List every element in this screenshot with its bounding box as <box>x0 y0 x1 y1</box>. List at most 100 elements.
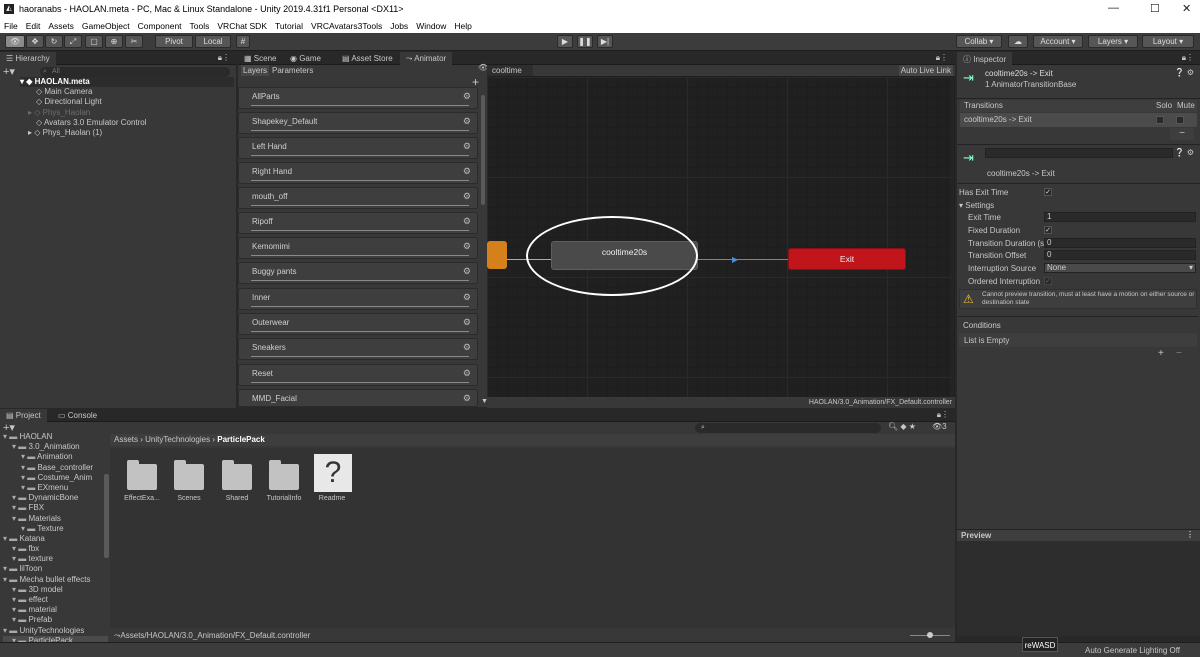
tab-hierarchy[interactable]: ☰ Hierarchy <box>0 52 56 65</box>
folder-tree-item[interactable]: ▾ ▬ 3.0_Animation <box>3 442 108 452</box>
transition-line[interactable] <box>698 259 788 260</box>
gear-icon[interactable]: ⚙ <box>463 191 471 202</box>
gear-icon[interactable]: ⚙ <box>463 141 471 152</box>
folder-tree-item[interactable]: ▾ ▬ material <box>3 605 108 615</box>
local-button[interactable]: Local <box>195 35 231 48</box>
scale-tool-icon[interactable]: ⤢ <box>64 35 82 48</box>
folder-icon[interactable] <box>269 460 299 490</box>
layer-item[interactable]: AllParts ⚙ <box>238 87 478 109</box>
layer-item[interactable]: Sneakers ⚙ <box>238 338 478 360</box>
gear-icon[interactable]: ⚙ <box>463 368 471 379</box>
hierarchy-item[interactable]: ◇ Main Camera <box>20 87 234 97</box>
gear-icon[interactable]: ⚙ <box>463 116 471 127</box>
folder-tree-item[interactable]: ▾ ▬ fbx <box>3 544 108 554</box>
tab-asset-store[interactable]: ▤ Asset Store <box>336 52 399 65</box>
folder-tree-item[interactable]: ▾ ▬ texture <box>3 554 108 564</box>
gear-icon[interactable]: ⚙ <box>463 342 471 353</box>
folder-tree-item[interactable]: ▾ ▬ Katana <box>3 534 108 544</box>
menu-tutorial[interactable]: Tutorial <box>271 19 307 31</box>
menu-assets[interactable]: Assets <box>44 19 78 31</box>
account-dropdown[interactable]: Account ▾ <box>1033 35 1083 48</box>
layer-item[interactable]: Outerwear ⚙ <box>238 313 478 335</box>
lock-icon[interactable]: 🔒︎⋮ <box>218 53 230 63</box>
add-icon[interactable]: +▾ <box>3 65 15 78</box>
cloud-icon[interactable]: ☁ <box>1008 35 1028 48</box>
tab-inspector[interactable]: ⓘ Inspector <box>957 52 1013 65</box>
filter-icons[interactable]: 🔍︎ ◆ ★ <box>888 422 916 431</box>
mute-checkbox[interactable] <box>1176 116 1184 124</box>
folder-tree-item[interactable]: ▾ ▬ lilToon <box>3 564 108 574</box>
fixed-duration-checkbox[interactable]: ✓ <box>1044 226 1052 234</box>
folder-tree-item[interactable]: ▾ ▬ DynamicBone <box>3 493 108 503</box>
project-search-input[interactable]: ⌕ <box>695 423 881 433</box>
close-button[interactable]: ✕ <box>1182 2 1191 15</box>
menu-help[interactable]: Help <box>450 19 475 31</box>
pivot-button[interactable]: Pivot <box>155 35 193 48</box>
ordered-interruption-checkbox[interactable]: ✓ <box>1044 277 1052 285</box>
tab-parameters[interactable]: Parameters <box>272 66 313 75</box>
settings-foldout[interactable]: ▾ Settings <box>959 201 994 210</box>
menu-file[interactable]: File <box>0 19 22 31</box>
add-condition-icon[interactable]: + <box>1158 348 1164 359</box>
tab-console[interactable]: ▭ Console <box>52 409 103 422</box>
folder-tree-item[interactable]: ▾ ▬ Materials <box>3 514 108 524</box>
tab-game[interactable]: ◉ Game <box>284 52 327 65</box>
tab-layers[interactable]: Layers <box>241 65 269 76</box>
remove-transition-button[interactable]: − <box>1170 128 1194 140</box>
gear-icon[interactable]: ⚙ <box>463 216 471 227</box>
help-settings-icon[interactable]: ❔ ⚙ <box>1175 148 1194 157</box>
folder-tree-item[interactable]: ▾ ▬ UnityTechnologies <box>3 626 108 636</box>
gear-icon[interactable]: ⚙ <box>463 166 471 177</box>
transition-name-input[interactable] <box>985 148 1173 158</box>
readme-icon[interactable]: ? <box>314 454 352 492</box>
hierarchy-item[interactable]: ◇ Avatars 3.0 Emulator Control <box>20 118 234 128</box>
folder-icon[interactable] <box>174 460 204 490</box>
pause-button-icon[interactable]: ❚❚ <box>577 35 593 48</box>
rect-tool-icon[interactable]: ▢ <box>85 35 103 48</box>
lock-icon[interactable]: 🔒︎⋮ <box>937 410 949 420</box>
help-settings-icon[interactable]: ❔ ⚙ <box>1175 68 1194 77</box>
more-icon[interactable]: ⋮ <box>1186 530 1194 539</box>
auto-live-link-button[interactable]: Auto Live Link <box>898 65 953 76</box>
scene-root[interactable]: ▾ ◆ HAOLAN.meta <box>20 77 234 88</box>
exit-node[interactable]: Exit <box>788 248 906 270</box>
menu-edit[interactable]: Edit <box>22 19 45 31</box>
layer-item[interactable]: Left Hand ⚙ <box>238 137 478 159</box>
gear-icon[interactable]: ⚙ <box>463 292 471 303</box>
move-tool-icon[interactable]: ✥ <box>26 35 44 48</box>
transition-list-item[interactable]: cooltime20s -> Exit <box>960 113 1197 127</box>
tree-scrollbar[interactable] <box>104 474 109 558</box>
layer-item[interactable]: Reset ⚙ <box>238 364 478 386</box>
layers-dropdown[interactable]: Layers ▾ <box>1088 35 1138 48</box>
step-button-icon[interactable]: ▶| <box>597 35 613 48</box>
interruption-source-dropdown[interactable]: None ▾ <box>1044 263 1196 273</box>
layer-item[interactable]: Ripoff ⚙ <box>238 212 478 234</box>
minimize-button[interactable]: — <box>1108 2 1119 14</box>
folder-tree-item[interactable]: ▾ ▬ 3D model <box>3 585 108 595</box>
lock-icon[interactable]: 🔒︎⋮ <box>936 53 948 63</box>
layer-item[interactable]: mouth_off ⚙ <box>238 187 478 209</box>
menu-jobs[interactable]: Jobs <box>386 19 412 31</box>
hierarchy-item[interactable]: ◇ Directional Light <box>20 97 234 107</box>
folder-icon[interactable] <box>222 460 252 490</box>
folder-tree-item[interactable]: ▾ ▬ EXmenu <box>3 483 108 493</box>
tab-scene[interactable]: ▦ Scene <box>238 52 282 65</box>
gear-icon[interactable]: ⚙ <box>463 91 471 102</box>
transition-offset-field[interactable]: 0 <box>1044 250 1196 260</box>
lock-icon[interactable]: 🔒︎⋮ <box>1182 53 1194 63</box>
layers-scrollbar[interactable] <box>481 95 485 205</box>
gear-icon[interactable]: ⚙ <box>463 393 471 404</box>
tab-animator[interactable]: ⤳ Animator <box>400 52 453 65</box>
menu-tools[interactable]: Tools <box>186 19 214 31</box>
breadcrumb-item[interactable]: Assets <box>114 435 138 444</box>
folder-icon[interactable] <box>127 460 157 490</box>
rotate-tool-icon[interactable]: ↻ <box>45 35 63 48</box>
folder-tree-item[interactable]: ▾ ▬ effect <box>3 595 108 605</box>
layer-item[interactable]: Buggy pants ⚙ <box>238 262 478 284</box>
breadcrumb-item[interactable]: ParticlePack <box>217 435 265 444</box>
layer-item[interactable]: Right Hand ⚙ <box>238 162 478 184</box>
hierarchy-item[interactable]: ▸ ◇ Phys_Haolan (1) <box>20 128 234 138</box>
gear-icon[interactable]: ⚙ <box>463 241 471 252</box>
hierarchy-search-input[interactable]: ⌕ All <box>40 67 230 77</box>
menu-vrchat-sdk[interactable]: VRChat SDK <box>213 19 271 31</box>
